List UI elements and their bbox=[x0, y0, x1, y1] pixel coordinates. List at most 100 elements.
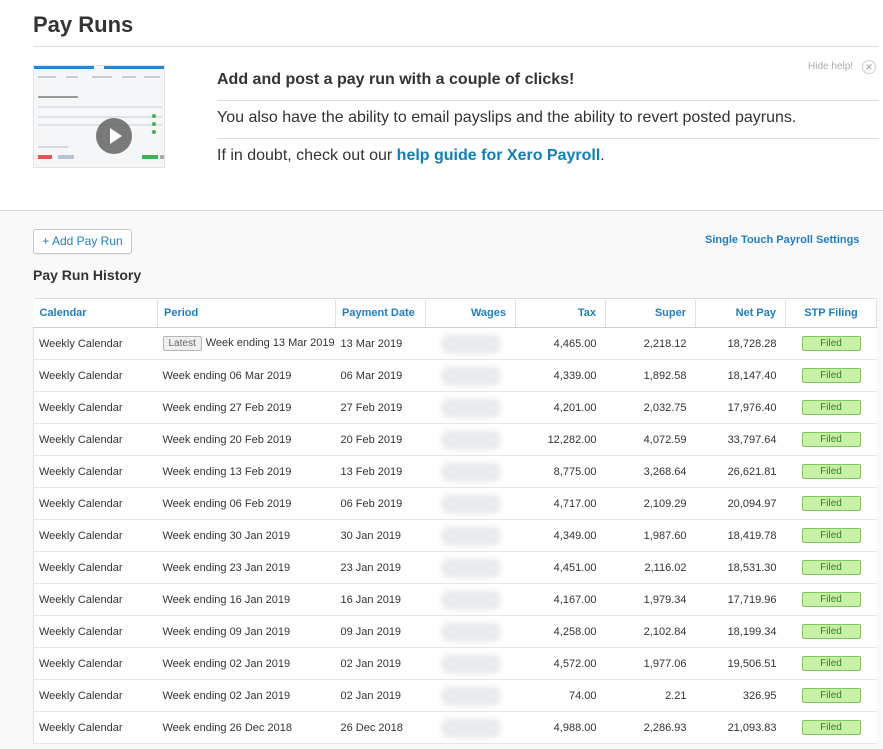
wages-redacted bbox=[444, 369, 497, 382]
cell-net-pay: 17,719.96 bbox=[695, 583, 786, 616]
wages-redacted bbox=[444, 529, 497, 542]
cell-period: Week ending 02 Jan 2019 bbox=[157, 679, 336, 712]
table-row[interactable]: Weekly Calendar Week ending 09 Jan 2019 09… bbox=[33, 615, 877, 648]
cell-wages bbox=[425, 711, 516, 744]
stp-filed-badge[interactable]: Filed bbox=[801, 528, 861, 543]
cell-payment-date: 23 Jan 2019 bbox=[335, 551, 426, 584]
cell-period: Week ending 20 Feb 2019 bbox=[157, 423, 336, 456]
cell-wages bbox=[425, 327, 516, 360]
period-text: Week ending 16 Jan 2019 bbox=[162, 593, 291, 606]
cell-super: 2,109.29 bbox=[605, 487, 696, 520]
period-text: Week ending 06 Feb 2019 bbox=[162, 497, 292, 510]
cell-payment-date: 02 Jan 2019 bbox=[335, 679, 426, 712]
cell-net-pay: 18,199.34 bbox=[695, 615, 786, 648]
table-row[interactable]: Weekly Calendar Week ending 27 Feb 2019 27… bbox=[33, 391, 877, 424]
cell-net-pay: 21,093.83 bbox=[695, 711, 786, 744]
stp-filed-badge[interactable]: Filed bbox=[801, 592, 861, 607]
cell-payment-date: 26 Dec 2018 bbox=[335, 711, 426, 744]
wages-redacted bbox=[444, 689, 497, 702]
cell-net-pay: 18,728.28 bbox=[695, 327, 786, 360]
cell-tax: 4,717.00 bbox=[515, 487, 606, 520]
cell-stp-filing: Filed bbox=[785, 391, 877, 424]
column-header-payment-date[interactable]: Payment Date bbox=[335, 298, 426, 328]
cell-calendar: Weekly Calendar bbox=[33, 551, 158, 584]
table-row[interactable]: Weekly Calendar Latest Week ending 13 Mar … bbox=[33, 327, 877, 360]
cell-calendar: Weekly Calendar bbox=[33, 359, 158, 392]
cell-period: Week ending 27 Feb 2019 bbox=[157, 391, 336, 424]
table-row[interactable]: Weekly Calendar Week ending 30 Jan 2019 30… bbox=[33, 519, 877, 552]
pay-run-history-title: Pay Run History bbox=[33, 267, 142, 283]
stp-filed-badge[interactable]: Filed bbox=[801, 688, 861, 703]
help-guide-suffix: . bbox=[600, 147, 605, 164]
wages-redacted bbox=[444, 625, 497, 638]
stp-filed-badge[interactable]: Filed bbox=[801, 720, 861, 735]
wages-redacted bbox=[444, 561, 497, 574]
column-header-period[interactable]: Period bbox=[157, 298, 336, 328]
stp-filed-badge[interactable]: Filed bbox=[801, 656, 861, 671]
cell-super: 2.21 bbox=[605, 679, 696, 712]
period-text: Week ending 13 Feb 2019 bbox=[162, 465, 292, 478]
table-row[interactable]: Weekly Calendar Week ending 26 Dec 2018 26… bbox=[33, 711, 877, 744]
help-guide-prefix: If in doubt, check out our bbox=[217, 147, 397, 164]
stp-filed-badge[interactable]: Filed bbox=[801, 336, 861, 351]
cell-net-pay: 18,147.40 bbox=[695, 359, 786, 392]
column-header-net-pay[interactable]: Net Pay bbox=[695, 298, 786, 328]
cell-payment-date: 30 Jan 2019 bbox=[335, 519, 426, 552]
column-header-tax[interactable]: Tax bbox=[515, 298, 606, 328]
cell-wages bbox=[425, 679, 516, 712]
cell-super: 2,032.75 bbox=[605, 391, 696, 424]
column-header-calendar[interactable]: Calendar bbox=[33, 298, 158, 328]
stp-filed-badge[interactable]: Filed bbox=[801, 464, 861, 479]
column-header-super[interactable]: Super bbox=[605, 298, 696, 328]
stp-filed-badge[interactable]: Filed bbox=[801, 368, 861, 383]
cell-stp-filing: Filed bbox=[785, 711, 877, 744]
table-row[interactable]: Weekly Calendar Week ending 06 Feb 2019 06… bbox=[33, 487, 877, 520]
table-row[interactable]: Weekly Calendar Week ending 13 Feb 2019 13… bbox=[33, 455, 877, 488]
column-header-wages[interactable]: Wages bbox=[425, 298, 516, 328]
stp-filed-badge[interactable]: Filed bbox=[801, 560, 861, 575]
pay-run-history-table: Calendar Period Payment Date Wages Tax S… bbox=[33, 298, 877, 744]
stp-filed-badge[interactable]: Filed bbox=[801, 624, 861, 639]
wages-redacted bbox=[444, 337, 497, 350]
latest-badge: Latest bbox=[162, 336, 202, 351]
table-row[interactable]: Weekly Calendar Week ending 16 Jan 2019 16… bbox=[33, 583, 877, 616]
cell-tax: 4,258.00 bbox=[515, 615, 606, 648]
table-row[interactable]: Weekly Calendar Week ending 02 Jan 2019 02… bbox=[33, 647, 877, 680]
cell-stp-filing: Filed bbox=[785, 615, 877, 648]
cell-wages bbox=[425, 583, 516, 616]
cell-net-pay: 19,506.51 bbox=[695, 647, 786, 680]
stp-filed-badge[interactable]: Filed bbox=[801, 400, 861, 415]
cell-period: Latest Week ending 13 Mar 2019 bbox=[157, 327, 336, 360]
play-icon[interactable] bbox=[96, 118, 132, 154]
cell-stp-filing: Filed bbox=[785, 455, 877, 488]
cell-stp-filing: Filed bbox=[785, 327, 877, 360]
stp-settings-link[interactable]: Single Touch Payroll Settings bbox=[705, 234, 859, 246]
cell-stp-filing: Filed bbox=[785, 487, 877, 520]
help-description: You also have the ability to email paysl… bbox=[217, 101, 879, 139]
help-guide-link[interactable]: help guide for Xero Payroll bbox=[397, 147, 601, 164]
table-header-row: Calendar Period Payment Date Wages Tax S… bbox=[33, 298, 877, 328]
wages-redacted bbox=[444, 465, 497, 478]
hide-help-link[interactable]: Hide help! bbox=[808, 61, 853, 72]
cell-period: Week ending 30 Jan 2019 bbox=[157, 519, 336, 552]
table-row[interactable]: Weekly Calendar Week ending 23 Jan 2019 23… bbox=[33, 551, 877, 584]
table-row[interactable]: Weekly Calendar Week ending 02 Jan 2019 02… bbox=[33, 679, 877, 712]
close-icon[interactable]: ✕ bbox=[862, 60, 876, 74]
column-header-stp-filing[interactable]: STP Filing bbox=[785, 298, 877, 328]
cell-wages bbox=[425, 519, 516, 552]
stp-filed-badge[interactable]: Filed bbox=[801, 432, 861, 447]
cell-net-pay: 17,976.40 bbox=[695, 391, 786, 424]
help-video-thumbnail[interactable] bbox=[33, 65, 165, 168]
period-text: Week ending 13 Mar 2019 bbox=[205, 337, 335, 349]
cell-super: 1,892.58 bbox=[605, 359, 696, 392]
table-row[interactable]: Weekly Calendar Week ending 06 Mar 2019 06… bbox=[33, 359, 877, 392]
cell-net-pay: 26,621.81 bbox=[695, 455, 786, 488]
stp-filed-badge[interactable]: Filed bbox=[801, 496, 861, 511]
cell-stp-filing: Filed bbox=[785, 583, 877, 616]
table-row[interactable]: Weekly Calendar Week ending 20 Feb 2019 20… bbox=[33, 423, 877, 456]
cell-period: Week ending 09 Jan 2019 bbox=[157, 615, 336, 648]
add-pay-run-button[interactable]: + Add Pay Run bbox=[33, 229, 132, 254]
cell-payment-date: 13 Mar 2019 bbox=[335, 327, 426, 360]
cell-stp-filing: Filed bbox=[785, 359, 877, 392]
cell-calendar: Weekly Calendar bbox=[33, 455, 158, 488]
